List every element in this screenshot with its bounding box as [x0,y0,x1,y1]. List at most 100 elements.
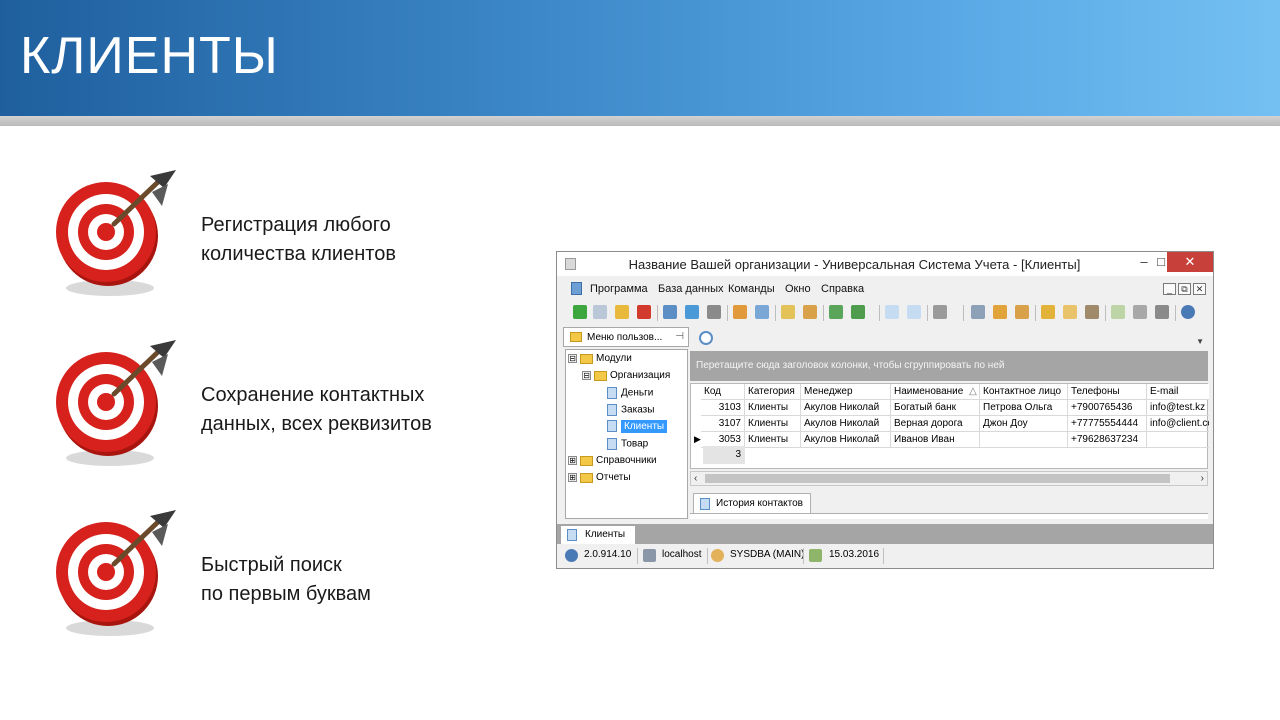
bullet-line: Сохранение контактных [201,384,425,406]
users-icon[interactable] [1063,305,1077,319]
add-icon[interactable] [573,305,587,319]
cell-manager[interactable]: Акулов Николай [801,432,891,448]
notes-icon[interactable] [1015,305,1029,319]
tools-icon[interactable] [971,305,985,319]
bullet-contacts: Сохранение контактных данных, всех рекви… [201,381,432,439]
group-by-panel[interactable]: Перетащите сюда заголовок колонки, чтобы… [690,351,1208,381]
upload-icon[interactable] [733,305,747,319]
cell-category[interactable]: Клиенты [745,400,801,416]
cell-email[interactable]: info@test.kz [1147,400,1209,416]
column-header-email[interactable]: E-mail [1147,384,1209,400]
mdi-close-button[interactable]: ✕ [1193,283,1206,295]
tab-clients[interactable]: Клиенты [561,526,635,544]
calculator-icon[interactable] [1111,305,1125,319]
globe-icon[interactable] [1181,305,1195,319]
column-header-phones[interactable]: Телефоны [1068,384,1147,400]
folder-icon [580,353,593,364]
sound-icon[interactable] [933,305,947,319]
status-date: 15.03.2016 [829,549,880,560]
refresh-icon[interactable] [685,305,699,319]
document-icon [700,498,710,510]
document-icon [607,420,617,432]
menu-commands[interactable]: Команды [728,283,775,295]
cell-contact-person[interactable]: Джон Доу [980,416,1068,432]
tree-node-directories[interactable]: ⊞ Справочники [568,455,657,469]
tree-node-orders[interactable]: Заказы [607,404,654,418]
close-button[interactable]: ✕ [1167,252,1213,272]
column-header-contact-person[interactable]: Контактное лицо [980,384,1068,400]
cell-email[interactable] [1147,432,1209,448]
lock-icon[interactable] [1041,305,1055,319]
info-icon [565,549,578,562]
cell-phones[interactable]: +77775554444 [1068,416,1147,432]
comment-icon[interactable] [755,305,769,319]
pin-icon[interactable]: ⊣ [675,331,684,342]
close-window-icon[interactable] [907,305,921,319]
cell-manager[interactable]: Акулов Николай [801,416,891,432]
tree-node-reports[interactable]: ⊞ Отчеты [568,472,631,486]
print-icon[interactable] [1133,305,1147,319]
status-bar: 2.0.914.10 localhost SYSDBA (MAIN) 15.03… [557,545,1213,567]
group-icon[interactable] [803,305,817,319]
clock-icon[interactable] [699,331,713,345]
column-header-manager[interactable]: Менеджер [801,384,891,400]
cell-name[interactable]: Богатый банк [891,400,980,416]
cell-name[interactable]: Верная дорога [891,416,980,432]
column-header-code[interactable]: Код [701,384,745,400]
scroll-right-icon[interactable]: › [1201,472,1204,485]
search-icon[interactable] [663,305,677,319]
mdi-minimize-button[interactable]: _ [1163,283,1176,295]
menu-database[interactable]: База данных [658,283,724,295]
import-icon[interactable] [851,305,865,319]
menu-help[interactable]: Справка [821,283,864,295]
slide-title: КЛИЕНТЫ [20,27,279,85]
collapse-icon[interactable]: ⊟ [582,371,591,380]
column-header-name[interactable]: Наименование △ [891,384,980,400]
user-menu-tab[interactable]: Меню пользов... ⊣ [563,327,689,347]
expand-icon[interactable]: ⊞ [568,456,577,465]
cell-category[interactable]: Клиенты [745,416,801,432]
menu-window[interactable]: Окно [785,283,811,295]
record-count: 3 [703,446,745,464]
inbox-icon[interactable] [1085,305,1099,319]
tab-contact-history[interactable]: История контактов [693,493,811,513]
settings-icon[interactable] [993,305,1007,319]
filter-icon[interactable] [707,305,721,319]
cell-manager[interactable]: Акулов Николай [801,400,891,416]
collapse-icon[interactable]: ⊟ [568,354,577,363]
horizontal-scrollbar[interactable]: ‹ › [690,471,1208,486]
tree-node-modules[interactable]: ⊟ Модули [568,353,632,367]
edit-icon[interactable] [615,305,629,319]
tree-node-clients[interactable]: Клиенты [607,419,668,434]
tree-node-products[interactable]: Товар [607,438,648,452]
expand-icon[interactable]: ⊞ [568,473,577,482]
export-icon[interactable] [829,305,843,319]
cell-code[interactable]: 3107 [701,416,745,432]
tree-node-money[interactable]: Деньги [607,387,653,401]
tab-label: История контактов [716,498,803,509]
cell-contact-person[interactable] [980,432,1068,448]
copy-icon[interactable] [593,305,607,319]
mdi-restore-button[interactable]: ⧉ [1178,283,1191,295]
app-window: Название Вашей организации - Универсальн… [556,251,1214,569]
navigation-panel: Меню пользов... ⊣ ⊟ Модули ⊟ Организация Д… [563,327,689,519]
sort-icon[interactable] [781,305,795,319]
column-header-category[interactable]: Категория [745,384,801,400]
scroll-left-icon[interactable]: ‹ [694,472,697,485]
scrollbar-thumb[interactable] [705,474,1170,483]
cell-code[interactable]: 3103 [701,400,745,416]
menu-program[interactable]: Программа [590,283,648,295]
cell-name[interactable]: Иванов Иван [891,432,980,448]
new-window-icon[interactable] [885,305,899,319]
chevron-down-icon[interactable]: ▼ [1196,337,1204,346]
toolbar-separator [963,305,964,321]
cell-contact-person[interactable]: Петрова Ольга [980,400,1068,416]
cell-phones[interactable]: +79628637234 [1068,432,1147,448]
cell-category[interactable]: Клиенты [745,432,801,448]
cell-phones[interactable]: +7900765436 [1068,400,1147,416]
delete-icon[interactable] [637,305,651,319]
tree-node-organization[interactable]: ⊟ Организация [582,370,670,384]
cell-email[interactable]: info@client.com [1147,416,1209,432]
preview-icon[interactable] [1155,305,1169,319]
tree-node-label: Товар [621,438,649,450]
